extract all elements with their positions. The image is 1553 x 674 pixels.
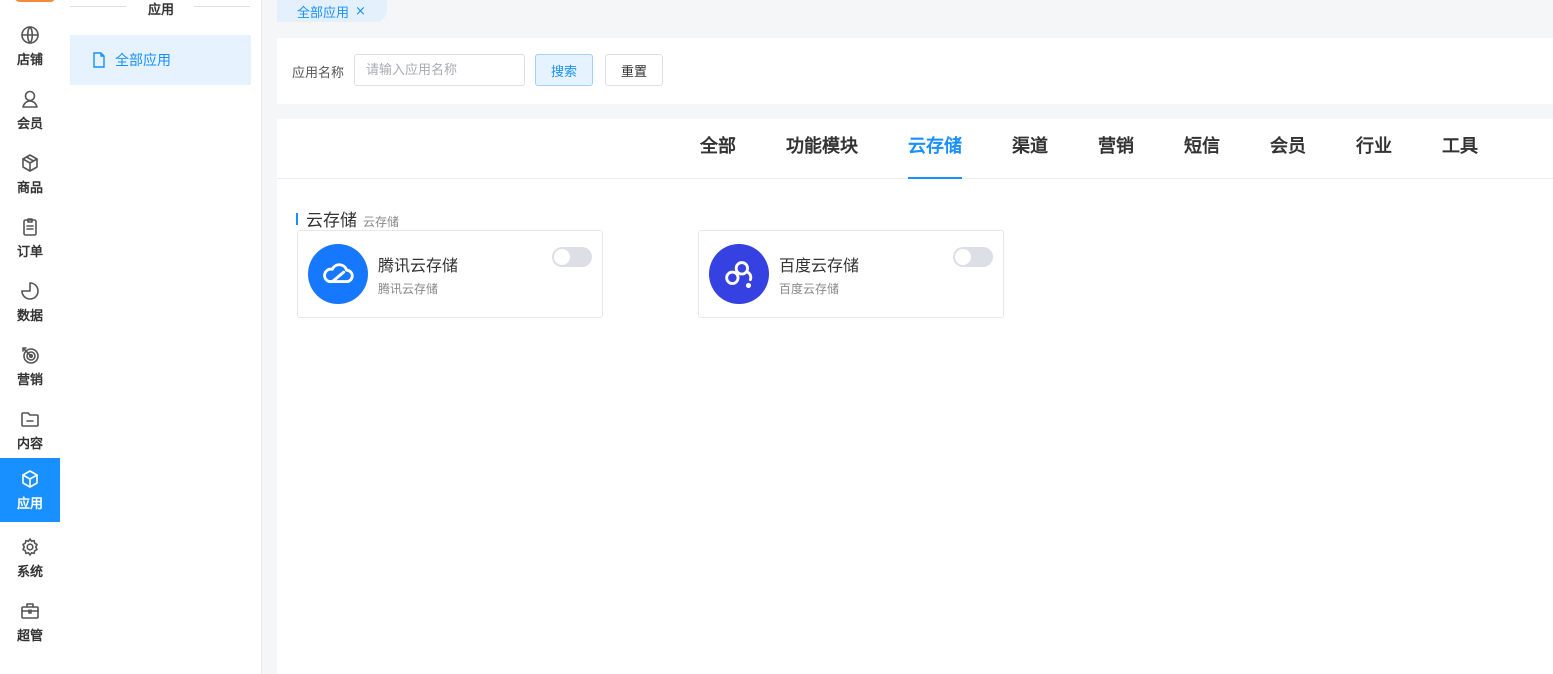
nav-item-label: 商品 xyxy=(16,181,43,196)
category-tab-all[interactable]: 全部 xyxy=(700,132,736,179)
user-icon xyxy=(19,88,41,110)
app-enable-toggle[interactable] xyxy=(953,247,993,267)
app-name-label: 应用名称 xyxy=(292,66,345,81)
app-card-tencent-cloud[interactable]: 腾讯云存储 腾讯云存储 xyxy=(297,230,603,318)
nav-item-content[interactable]: 内容 xyxy=(0,398,60,462)
reset-button[interactable]: 重置 xyxy=(605,54,663,86)
tab-label: 全部应用 xyxy=(297,5,350,21)
cube-icon xyxy=(19,468,41,490)
baidu-cloud-icon xyxy=(709,244,769,304)
app-description: 百度云存储 xyxy=(779,282,840,296)
nav-item-marketing[interactable]: 营销 xyxy=(0,334,60,398)
category-tabs: 全部 功能模块 云存储 渠道 营销 短信 会员 行业 工具 xyxy=(277,119,1553,179)
category-tab-tools[interactable]: 工具 xyxy=(1442,132,1478,179)
app-name: 腾讯云存储 xyxy=(378,256,459,275)
category-tab-marketing[interactable]: 营销 xyxy=(1098,132,1134,179)
folder-icon xyxy=(19,408,41,430)
category-tab-channels[interactable]: 渠道 xyxy=(1012,132,1048,179)
nav-item-store[interactable]: 店铺 xyxy=(0,14,60,78)
section-accent-bar xyxy=(296,212,298,225)
clipboard-icon xyxy=(19,216,41,238)
section-subtitle: 云存储 xyxy=(363,215,400,229)
brand-logo[interactable] xyxy=(14,0,56,2)
section-heading: 云存储 云存储 xyxy=(296,206,399,231)
target-icon xyxy=(19,344,41,366)
app-card-baidu-cloud[interactable]: 百度云存储 百度云存储 xyxy=(698,230,1004,318)
nav-item-system[interactable]: 系统 xyxy=(0,526,60,590)
nav-item-label: 系统 xyxy=(16,565,43,580)
search-panel: 应用名称 搜索 重置 xyxy=(277,38,1553,104)
tab-all-apps[interactable]: 全部应用 × xyxy=(277,0,387,22)
category-tab-sms[interactable]: 短信 xyxy=(1184,132,1220,179)
nav-item-label: 超管 xyxy=(16,629,43,644)
globe-icon xyxy=(19,24,41,46)
nav-item-superadmin[interactable]: 超管 xyxy=(0,590,60,654)
category-tab-member[interactable]: 会员 xyxy=(1270,132,1306,179)
box-icon xyxy=(19,152,41,174)
nav-item-label: 数据 xyxy=(16,309,43,324)
category-tab-cloud-storage[interactable]: 云存储 xyxy=(908,132,962,179)
app-enable-toggle[interactable] xyxy=(552,247,592,267)
nav-item-label: 营销 xyxy=(16,373,43,388)
nav-item-label: 应用 xyxy=(16,497,43,512)
category-tab-industry[interactable]: 行业 xyxy=(1356,132,1392,179)
search-button[interactable]: 搜索 xyxy=(535,54,593,86)
toolbox-icon xyxy=(19,600,41,622)
sub-menu: 应用 全部应用 xyxy=(60,0,262,674)
submenu-title: 应用 xyxy=(60,0,262,18)
nav-item-apps[interactable]: 应用 xyxy=(0,458,60,522)
submenu-item-label: 全部应用 xyxy=(115,53,171,69)
nav-item-label: 店铺 xyxy=(16,53,43,68)
nav-item-order[interactable]: 订单 xyxy=(0,206,60,270)
nav-item-product[interactable]: 商品 xyxy=(0,142,60,206)
page-tabs-bar: 全部应用 × xyxy=(277,0,1553,22)
document-icon xyxy=(93,52,105,68)
nav-item-label: 内容 xyxy=(16,437,43,452)
tencent-cloud-icon xyxy=(308,244,368,304)
nav-item-label: 会员 xyxy=(16,117,43,132)
section-title: 云存储 xyxy=(306,211,357,231)
app-list-panel: 全部 功能模块 云存储 渠道 营销 短信 会员 行业 工具 云存储 云存储 腾讯… xyxy=(277,119,1553,674)
app-name-input[interactable] xyxy=(354,54,525,86)
gear-icon xyxy=(19,536,41,558)
main-nav-rail: 店铺 会员 商品 订单 数据 营销 内容 应用 系统 超管 xyxy=(0,0,60,674)
close-icon[interactable]: × xyxy=(355,4,366,19)
category-tab-function-modules[interactable]: 功能模块 xyxy=(786,132,858,179)
nav-item-data[interactable]: 数据 xyxy=(0,270,60,334)
submenu-item-all-apps[interactable]: 全部应用 xyxy=(70,35,251,85)
nav-item-label: 订单 xyxy=(16,245,43,260)
app-name: 百度云存储 xyxy=(779,256,860,275)
nav-item-member[interactable]: 会员 xyxy=(0,78,60,142)
app-description: 腾讯云存储 xyxy=(378,282,439,296)
pie-chart-icon xyxy=(19,280,41,302)
